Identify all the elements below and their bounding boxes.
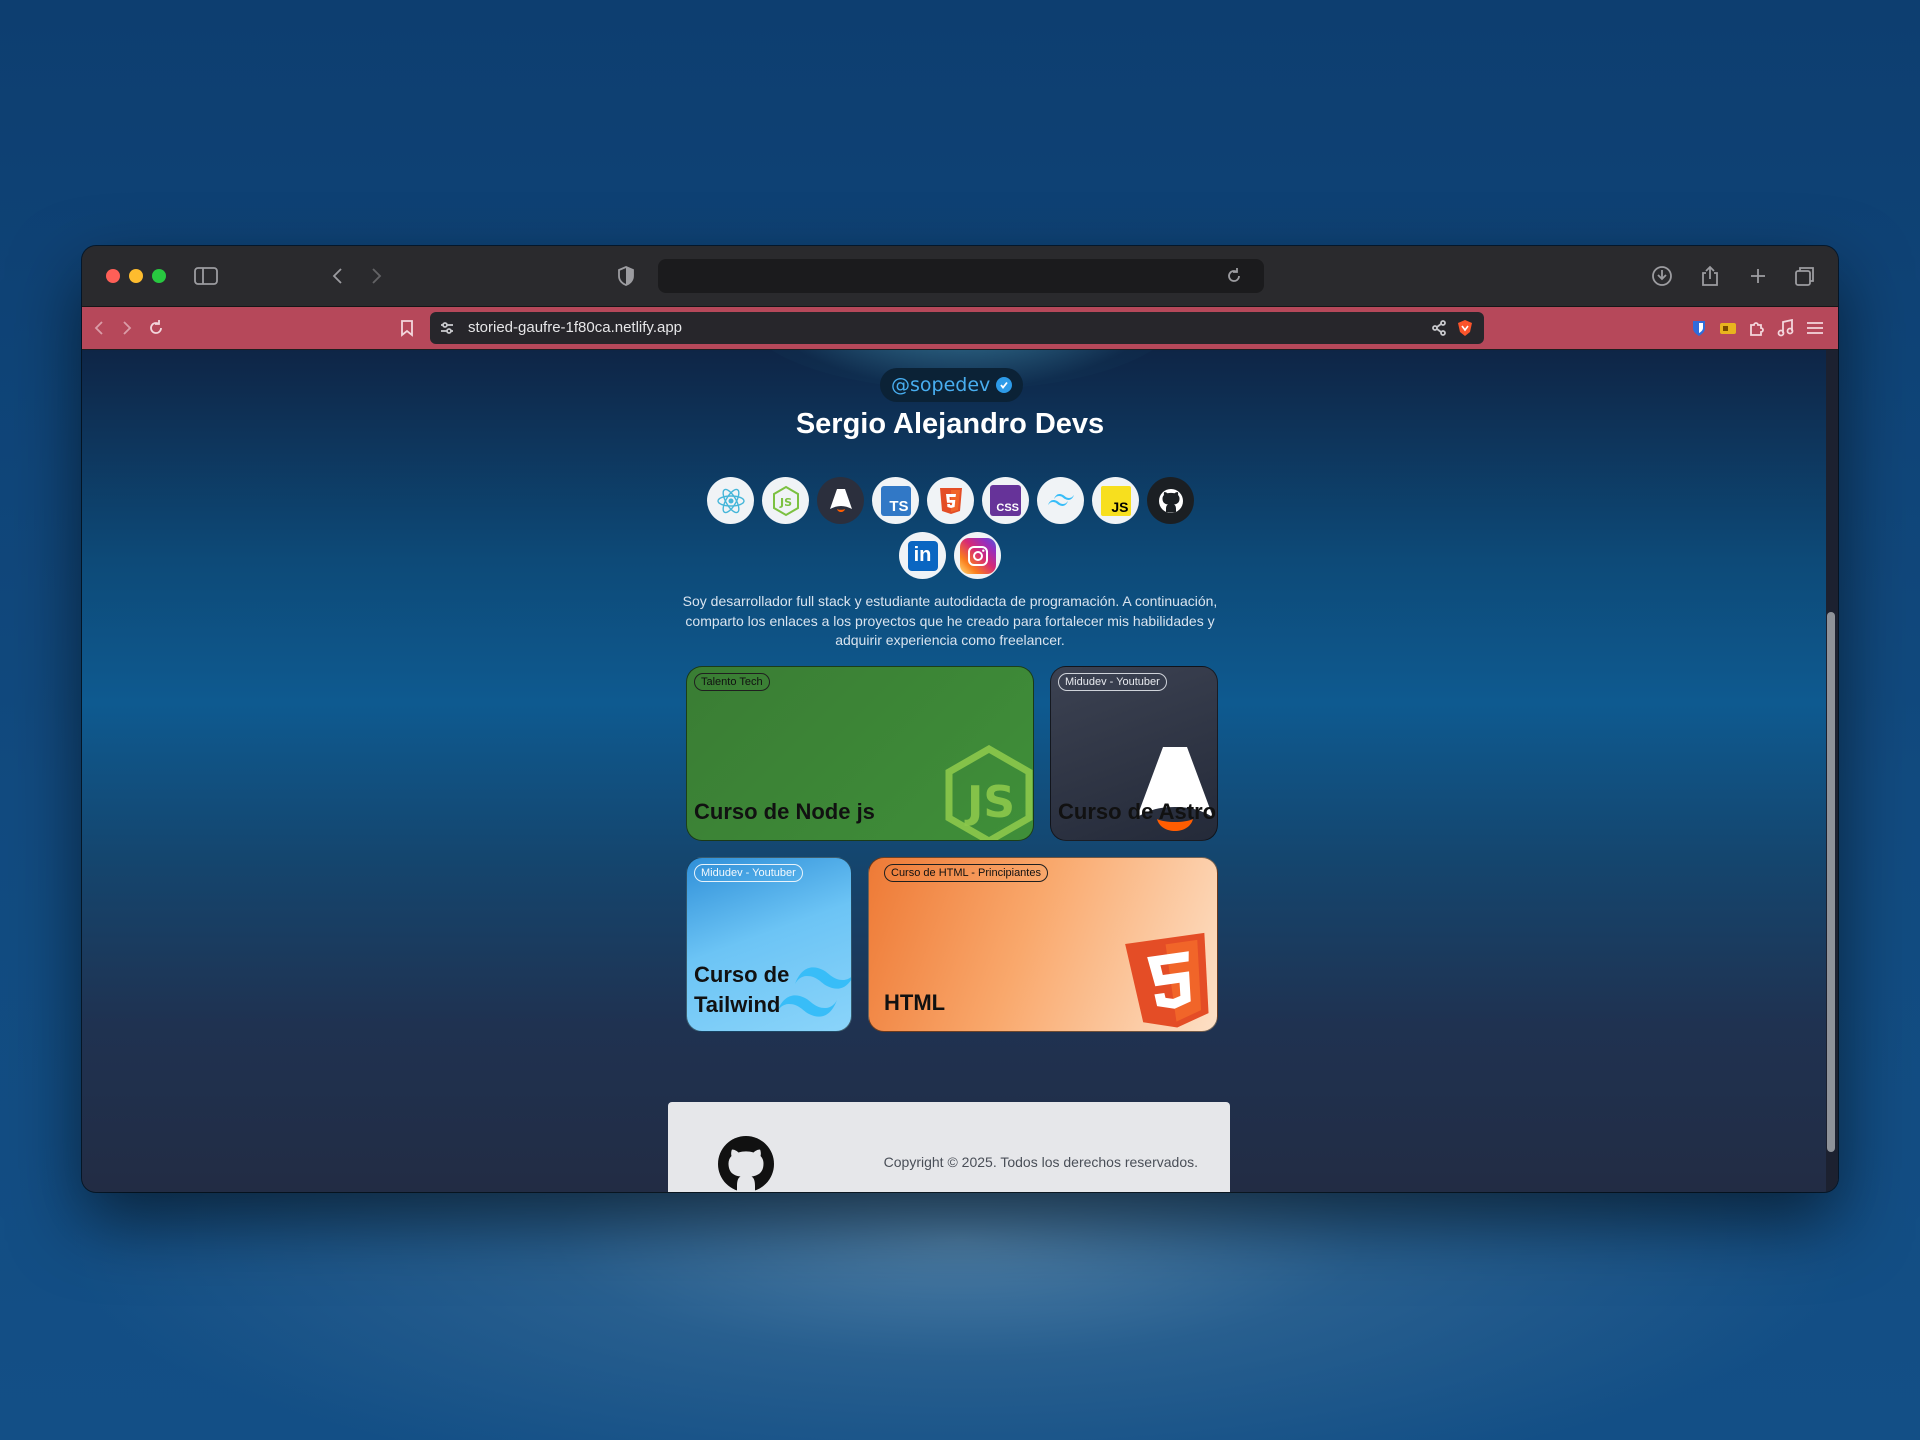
reload-icon[interactable]: [1220, 262, 1248, 290]
react-icon[interactable]: [707, 477, 754, 524]
forward-icon[interactable]: [362, 262, 390, 290]
back-icon[interactable]: [324, 262, 352, 290]
profile-handle[interactable]: @sopedev: [880, 368, 1024, 402]
card-tag: Midudev - Youtuber: [1058, 673, 1167, 691]
nodejs-icon[interactable]: JS: [762, 477, 809, 524]
course-card-tailwind[interactable]: Midudev - Youtuber Curso de Tailwind: [686, 857, 852, 1032]
html5-icon[interactable]: [927, 477, 974, 524]
typescript-label: TS: [889, 497, 909, 515]
back-icon[interactable]: [86, 315, 112, 341]
title-bar: [82, 246, 1838, 307]
profile-bio: Soy desarrollador full stack y estudiant…: [682, 593, 1218, 648]
wallet-extension-icon[interactable]: [1715, 315, 1741, 341]
privacy-shield-icon[interactable]: [612, 262, 640, 290]
astro-icon[interactable]: [817, 477, 864, 524]
css-label: CSS: [996, 502, 1019, 514]
address-bar[interactable]: storied-gaufre-1f80ca.netlify.app: [430, 312, 1484, 344]
instagram-icon[interactable]: [954, 532, 1001, 579]
site-settings-icon[interactable]: [434, 315, 460, 341]
javascript-label: JS: [1111, 498, 1129, 515]
card-title: Curso de Astro: [1058, 799, 1217, 824]
downloads-icon[interactable]: [1648, 262, 1676, 290]
bitwarden-extension-icon[interactable]: [1686, 315, 1712, 341]
tab-overview-icon[interactable]: [1791, 262, 1819, 290]
reload-icon[interactable]: [143, 315, 169, 341]
course-card-html[interactable]: Curso de HTML - Principiantes HTML: [868, 857, 1218, 1032]
course-card-astro[interactable]: Midudev - Youtuber Curso de Astro: [1050, 666, 1218, 841]
card-title-line2: Tailwind: [694, 992, 781, 1017]
share-icon[interactable]: [1426, 315, 1452, 341]
svg-text:JS: JS: [964, 777, 1015, 828]
close-window-button[interactable]: [106, 269, 120, 283]
menu-hamburger-icon[interactable]: [1802, 315, 1828, 341]
card-title: Curso de Node js: [694, 799, 875, 824]
card-tag: Midudev - Youtuber: [694, 864, 803, 882]
css-icon[interactable]: CSS: [982, 477, 1029, 524]
minimize-window-button[interactable]: [129, 269, 143, 283]
card-tag: Talento Tech: [694, 673, 770, 691]
github-icon[interactable]: [1147, 477, 1194, 524]
page-viewport: @sopedev Sergio Alejandro Devs JS TS CSS: [82, 350, 1838, 1192]
copyright-text: Copyright © 2025. Todos los derechos res…: [883, 1154, 1198, 1170]
new-tab-icon[interactable]: [1744, 262, 1772, 290]
course-card-node[interactable]: Talento Tech JS Curso de Node js: [686, 666, 1034, 841]
typescript-icon[interactable]: TS: [872, 477, 919, 524]
brave-shields-icon[interactable]: [1452, 315, 1478, 341]
safari-address-bar[interactable]: [658, 259, 1264, 293]
card-title-line1: Curso de: [694, 962, 790, 987]
browser-window: storied-gaufre-1f80ca.netlify.app @soped: [82, 246, 1838, 1192]
profile-name: Sergio Alejandro Devs: [795, 408, 1105, 440]
scrollbar-thumb[interactable]: [1827, 612, 1835, 1152]
forward-icon[interactable]: [114, 315, 140, 341]
svg-text:JS: JS: [778, 496, 791, 509]
extensions-icon[interactable]: [1744, 315, 1770, 341]
verified-badge-icon: [996, 377, 1013, 393]
url-text[interactable]: storied-gaufre-1f80ca.netlify.app: [468, 319, 682, 336]
share-icon[interactable]: [1696, 262, 1724, 290]
linkedin-label: in: [913, 544, 932, 566]
tailwind-icon[interactable]: [1037, 477, 1084, 524]
page-footer: Copyright © 2025. Todos los derechos res…: [668, 1102, 1230, 1192]
linkedin-icon[interactable]: in: [899, 532, 946, 579]
brave-toolbar: storied-gaufre-1f80ca.netlify.app: [82, 307, 1838, 349]
zoom-window-button[interactable]: [152, 269, 166, 283]
bookmark-icon[interactable]: [394, 315, 420, 341]
nodejs-logo-icon: JS: [945, 745, 1033, 840]
card-tag: Curso de HTML - Principiantes: [884, 864, 1048, 882]
javascript-icon[interactable]: JS: [1092, 477, 1139, 524]
html5-logo-icon: [1125, 932, 1209, 1028]
handle-text: @sopedev: [891, 374, 991, 396]
media-music-icon[interactable]: [1773, 315, 1799, 341]
github-icon[interactable]: [716, 1134, 776, 1192]
sidebar-toggle-icon[interactable]: [192, 262, 220, 290]
card-title: HTML: [884, 990, 946, 1015]
